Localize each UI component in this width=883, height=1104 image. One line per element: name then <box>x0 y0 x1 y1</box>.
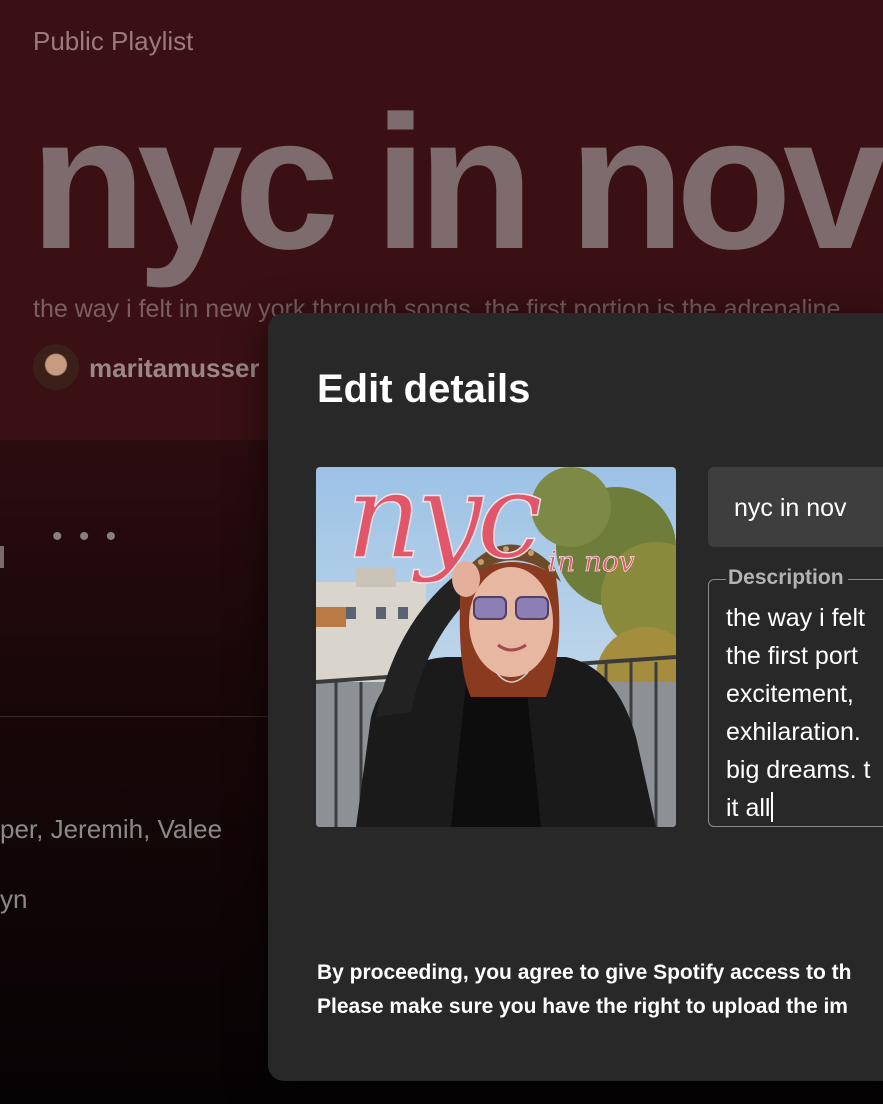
owner-avatar[interactable] <box>33 344 79 390</box>
owner-name-link[interactable]: maritamusser <box>89 353 260 384</box>
track-artists[interactable]: per, Jeremih, Valee <box>0 814 222 845</box>
legal-line: Please make sure you have the right to u… <box>317 995 848 1018</box>
more-horizontal-icon[interactable]: • • • <box>52 520 120 554</box>
edit-details-dialog: Edit details nyc in nov nyc in nov Descr… <box>268 313 883 1081</box>
description-text[interactable]: the way i felt the first port excitement… <box>726 599 883 827</box>
cover-script-title: nyc <box>346 467 541 585</box>
tracklist-divider <box>0 716 300 717</box>
description-line: the way i felt <box>726 604 865 632</box>
playlist-cover-image[interactable]: nyc in nov <box>316 467 676 827</box>
legal-disclaimer: By proceeding, you agree to give Spotify… <box>317 956 851 1024</box>
dialog-title: Edit details <box>317 367 531 411</box>
description-label: Description <box>726 566 848 590</box>
text-cursor <box>771 792 774 822</box>
playlist-name-input[interactable]: nyc in nov <box>708 467 883 547</box>
track-artists[interactable]: yn <box>0 884 27 915</box>
play-button-partial[interactable] <box>0 546 4 568</box>
description-line: big dreams. t <box>726 756 871 784</box>
description-line: exhilaration. <box>726 718 861 746</box>
description-line: excitement, <box>726 680 854 708</box>
description-line: it all <box>726 794 771 822</box>
legal-line: By proceeding, you agree to give Spotify… <box>317 961 852 984</box>
playlist-title: nyc in nov <box>30 77 883 289</box>
description-line: the first port <box>726 642 858 670</box>
cover-script-subtitle: in nov <box>548 545 635 578</box>
cover-photo: nyc in nov <box>316 467 676 827</box>
playlist-type-label: Public Playlist <box>33 26 194 56</box>
